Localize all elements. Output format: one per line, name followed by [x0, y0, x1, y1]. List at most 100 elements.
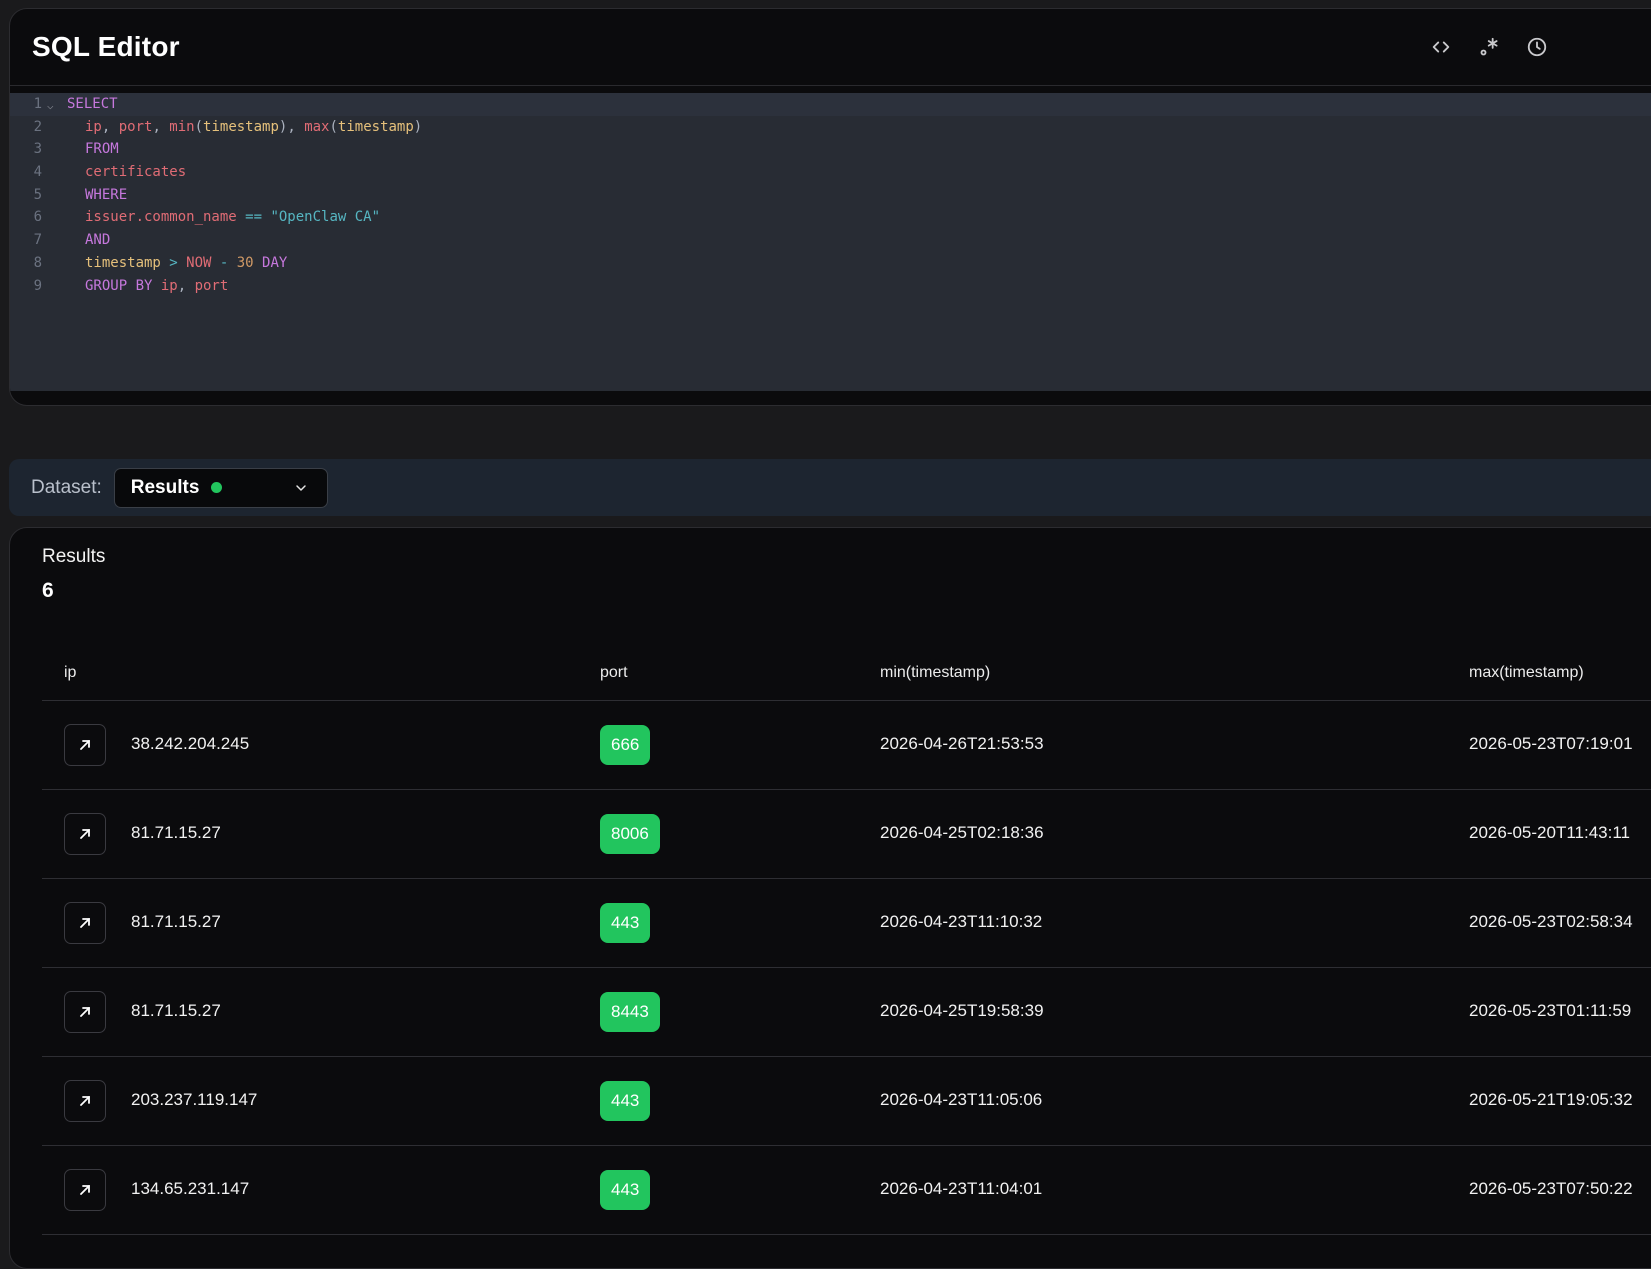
cell-max-timestamp: 2026-05-23T07:50:22 — [1469, 1179, 1633, 1198]
line-number: 5 — [33, 186, 42, 203]
code-line[interactable]: 8 timestamp > NOW - 30 DAY — [10, 252, 1651, 275]
function-name: NOW — [186, 254, 212, 271]
arrow-up-right-icon — [80, 1096, 90, 1106]
operator: - — [211, 254, 237, 271]
cell-min-timestamp: 2026-04-25T02:18:36 — [880, 823, 1044, 842]
editor-toolbar — [1428, 34, 1550, 60]
cell-min-timestamp: 2026-04-25T19:58:39 — [880, 1001, 1044, 1020]
cell-max-timestamp: 2026-05-20T11:43:11 — [1469, 823, 1630, 842]
number-literal: 30 — [236, 254, 254, 271]
table-row: 81.71.15.27 443 2026-04-23T11:10:32 2026… — [42, 879, 1651, 968]
arrow-up-right-icon — [80, 740, 90, 750]
table-header: ip port min(timestamp) max(timestamp) — [42, 650, 1651, 701]
open-link-button[interactable] — [64, 991, 106, 1033]
cell-ip: 134.65.231.147 — [131, 1179, 250, 1198]
sql-editor-panel: SQL Editor 1 ⌵ SELECT 2 ip, port, min(ti… — [9, 8, 1651, 406]
code-line[interactable]: 3 FROM — [10, 138, 1651, 161]
open-link-button[interactable] — [64, 724, 106, 766]
port-badge: 443 — [600, 1081, 651, 1121]
line-number: 9 — [33, 277, 42, 294]
regex-icon[interactable] — [1476, 34, 1502, 60]
identifier: ip — [160, 277, 178, 294]
function-arg: timestamp — [203, 118, 279, 135]
arrow-up-right-icon — [80, 918, 90, 928]
chevron-down-icon — [296, 484, 306, 491]
open-link-button[interactable] — [64, 813, 106, 855]
code-editor[interactable]: 1 ⌵ SELECT 2 ip, port, min(timestamp), m… — [10, 93, 1651, 391]
code-line[interactable]: 6 issuer.common_name == "OpenClaw CA" — [10, 206, 1651, 229]
results-title: Results — [42, 546, 106, 567]
line-number: 8 — [33, 254, 42, 271]
code-line[interactable]: 2 ip, port, min(timestamp), max(timestam… — [10, 116, 1651, 139]
code-icon[interactable] — [1428, 34, 1454, 60]
keyword: GROUP BY — [85, 277, 161, 294]
dataset-bar: Dataset: Results — [9, 459, 1651, 516]
keyword: DAY — [253, 254, 288, 271]
line-number: 1 — [33, 96, 42, 112]
column-header-port[interactable]: port — [600, 664, 628, 682]
port-badge: 8006 — [600, 814, 660, 854]
table-row: 81.71.15.27 8006 2026-04-25T02:18:36 202… — [42, 790, 1651, 879]
cell-min-timestamp: 2026-04-23T11:05:06 — [880, 1090, 1043, 1109]
line-number: 4 — [33, 164, 42, 181]
keyword: AND — [85, 232, 111, 249]
fold-chevron-icon[interactable]: ⌵ — [47, 95, 54, 118]
line-number: 7 — [33, 232, 42, 249]
identifier: timestamp — [85, 254, 161, 271]
cell-max-timestamp: 2026-05-21T19:05:32 — [1469, 1090, 1633, 1109]
keyword: FROM — [85, 141, 119, 158]
code-line[interactable]: 4 certificates — [10, 161, 1651, 184]
open-link-button[interactable] — [64, 902, 106, 944]
dataset-selected-value: Results — [130, 476, 200, 498]
history-icon[interactable] — [1524, 34, 1550, 60]
code-line[interactable]: 7 AND — [10, 229, 1651, 252]
cell-max-timestamp: 2026-05-23T07:19:01 — [1469, 734, 1633, 753]
identifier: port — [194, 277, 229, 294]
table-name: certificates — [85, 164, 187, 181]
table-row: 134.65.231.147 443 2026-04-23T11:04:01 2… — [42, 1146, 1651, 1235]
cell-max-timestamp: 2026-05-23T02:58:34 — [1469, 912, 1633, 931]
table-row: 203.237.119.147 443 2026-04-23T11:05:06 … — [42, 1057, 1651, 1146]
operator: > — [160, 254, 187, 271]
code-line[interactable]: 5 WHERE — [10, 184, 1651, 207]
code-line[interactable]: 1 ⌵ SELECT — [10, 93, 1651, 116]
arrow-up-right-icon — [80, 1185, 90, 1195]
cell-ip: 81.71.15.27 — [131, 823, 221, 842]
column-header-ip[interactable]: ip — [64, 664, 76, 682]
string-literal: "OpenClaw CA" — [270, 209, 381, 226]
keyword: WHERE — [85, 186, 128, 203]
identifier: issuer.common_name — [85, 209, 237, 226]
function-name: max — [304, 118, 330, 135]
results-table: ip port min(timestamp) max(timestamp) 38… — [42, 650, 1651, 1235]
function-arg: timestamp — [337, 118, 414, 135]
cell-ip: 81.71.15.27 — [131, 912, 221, 931]
status-dot-icon — [211, 482, 223, 493]
cell-min-timestamp: 2026-04-23T11:10:32 — [880, 912, 1043, 931]
editor-header: SQL Editor — [10, 9, 1651, 86]
results-panel: Results 6 ip port min(timestamp) max(tim… — [9, 527, 1651, 1269]
column-header-min-timestamp[interactable]: min(timestamp) — [880, 664, 990, 682]
function-name: min — [169, 118, 195, 135]
code-line[interactable]: 9 GROUP BY ip, port — [10, 275, 1651, 298]
dataset-label: Dataset: — [31, 476, 102, 498]
line-number: 3 — [33, 141, 42, 158]
table-row: 38.242.204.245 666 2026-04-26T21:53:53 2… — [42, 701, 1651, 790]
dataset-select[interactable]: Results — [113, 467, 328, 508]
column-header-max-timestamp[interactable]: max(timestamp) — [1469, 664, 1584, 682]
port-badge: 8443 — [600, 992, 660, 1032]
arrow-up-right-icon — [80, 829, 90, 839]
open-link-button[interactable] — [64, 1080, 106, 1122]
identifier: port — [118, 118, 153, 135]
cell-min-timestamp: 2026-04-26T21:53:53 — [880, 734, 1044, 753]
port-badge: 443 — [600, 1170, 651, 1210]
editor-title: SQL Editor — [32, 31, 180, 62]
cell-ip: 81.71.15.27 — [131, 1001, 221, 1020]
operator: == — [236, 209, 271, 226]
line-number: 2 — [33, 118, 42, 135]
cell-min-timestamp: 2026-04-23T11:04:01 — [880, 1179, 1043, 1198]
cell-ip: 203.237.119.147 — [131, 1090, 258, 1109]
open-link-button[interactable] — [64, 1169, 106, 1211]
cell-ip: 38.242.204.245 — [131, 734, 250, 753]
identifier: ip — [85, 118, 102, 135]
results-count: 6 — [42, 579, 54, 602]
